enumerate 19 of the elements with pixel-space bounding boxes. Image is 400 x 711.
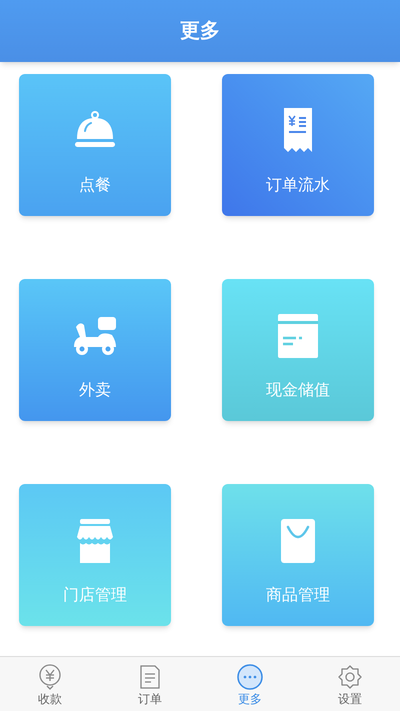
scooter-icon <box>72 315 118 357</box>
tab-bar-item[interactable]: 设置 <box>300 657 400 711</box>
shopping-bag-icon <box>281 519 315 563</box>
menu-tile[interactable]: 点餐 <box>19 74 171 216</box>
menu-tile[interactable]: 现金储值 <box>222 279 374 421</box>
page-title: 更多 <box>180 19 220 44</box>
currency-coin-icon <box>38 664 62 690</box>
menu-tile[interactable]: 外卖 <box>19 279 171 421</box>
card-icon <box>278 314 318 358</box>
storefront-icon <box>77 519 113 563</box>
menu-tile[interactable]: 订单流水 <box>222 74 374 216</box>
menu-tile[interactable]: 门店管理 <box>19 484 171 626</box>
settings-icon <box>338 664 362 688</box>
menu-tile[interactable]: 商品管理 <box>222 484 374 626</box>
tab-bar-item[interactable]: 订单 <box>100 657 200 711</box>
tab-bar-item[interactable]: 收款 <box>0 657 100 711</box>
more-icon <box>237 664 263 690</box>
tab-bar-item[interactable]: 更多 <box>200 657 300 711</box>
document-icon <box>140 664 160 688</box>
